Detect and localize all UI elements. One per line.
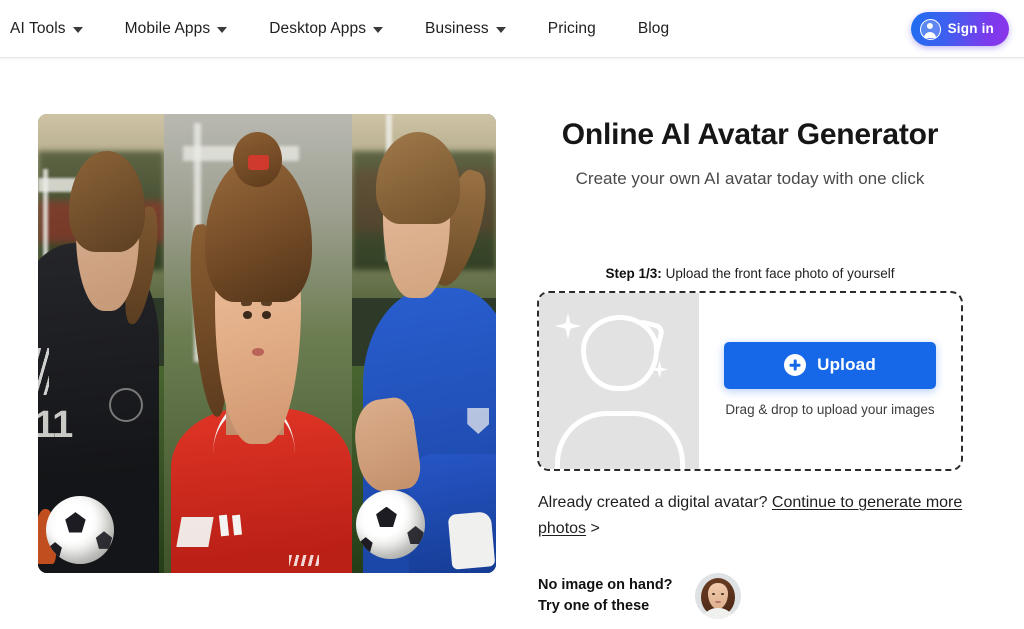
dropzone-actions: Upload Drag & drop to upload your images	[699, 293, 961, 469]
page-subtitle: Create your own AI avatar today with one…	[575, 169, 925, 188]
eye	[243, 311, 252, 320]
sample-images-block: No image on hand? Try one of these	[538, 573, 741, 619]
nav-item-blog[interactable]: Blog	[617, 0, 690, 57]
chevron-down-icon	[495, 26, 506, 33]
ball-panel	[48, 542, 62, 558]
upload-button[interactable]: Upload	[724, 341, 936, 389]
plus-circle-icon	[784, 354, 807, 376]
jersey-stripes	[38, 348, 49, 395]
already-created-prefix: Already created a digital avatar?	[538, 494, 772, 511]
nav-item-label: Pricing	[547, 19, 596, 37]
nav-item-business[interactable]: Business	[404, 0, 527, 57]
chevron-down-icon	[72, 26, 83, 33]
drag-drop-hint: Drag & drop to upload your images	[725, 401, 935, 417]
soccer-ball	[45, 495, 114, 564]
soccer-ball	[356, 490, 426, 560]
nav-item-label: AI Tools	[10, 19, 66, 37]
jersey-stripe	[231, 514, 242, 536]
no-image-prompt: No image on hand? Try one of these	[538, 575, 673, 616]
no-image-line-1: No image on hand?	[538, 577, 673, 594]
lips	[251, 348, 264, 357]
link-arrow: >	[586, 519, 600, 537]
already-created-text: Already created a digital avatar? Contin…	[538, 490, 970, 542]
page-title: Online AI Avatar Generator	[561, 118, 939, 151]
player-shoe	[447, 511, 496, 571]
team-badge	[108, 387, 143, 422]
chevron-down-icon	[217, 26, 228, 33]
jersey-number: 11	[38, 404, 73, 447]
nav-item-label: Mobile Apps	[124, 19, 211, 37]
collage-panel-center	[163, 114, 352, 573]
nav-item-desktop-apps[interactable]: Desktop Apps	[248, 0, 404, 57]
step-description: Upload the front face photo of yourself	[661, 266, 895, 281]
team-badge	[467, 407, 490, 434]
page-content: 11 Online AI Avatar Generator Create you…	[0, 58, 1024, 629]
jersey-shoulder	[176, 516, 214, 547]
nav-item-label: Business	[425, 19, 489, 37]
sample-avatar-thumbnail[interactable]	[694, 573, 741, 619]
jersey-stripe	[218, 514, 230, 538]
upload-button-label: Upload	[817, 355, 876, 374]
site-header: AI Tools Mobile Apps Desktop Apps Busine…	[0, 0, 1024, 58]
step-prefix: Step 1/3:	[605, 266, 662, 281]
nav-item-pricing[interactable]: Pricing	[527, 0, 617, 57]
nav-item-ai-tools[interactable]: AI Tools	[8, 0, 104, 57]
collage-panel-right	[351, 114, 496, 573]
jersey-logo	[288, 554, 320, 567]
hair-tie	[248, 155, 270, 170]
nav-item-label: Blog	[637, 19, 670, 37]
eye	[262, 311, 271, 320]
upload-dropzone[interactable]: Upload Drag & drop to upload your images	[537, 291, 963, 471]
avatar-placeholder-icon	[539, 293, 699, 469]
person-head-icon	[581, 315, 659, 391]
sign-in-button[interactable]: Sign in	[910, 12, 1009, 46]
sparkle-icon	[555, 313, 581, 339]
no-image-line-2: Try one of these	[538, 598, 650, 614]
hero-collage-image: 11	[38, 114, 496, 573]
user-circle-icon	[919, 18, 941, 40]
collage-panel-left: 11	[38, 114, 164, 573]
nav-item-label: Desktop Apps	[269, 19, 367, 37]
main-navigation: AI Tools Mobile Apps Desktop Apps Busine…	[0, 0, 690, 57]
step-indicator: Step 1/3: Upload the front face photo of…	[510, 266, 990, 281]
avatar-face	[707, 583, 728, 609]
chevron-down-icon	[373, 26, 384, 33]
ball-panel	[358, 537, 373, 553]
nav-item-mobile-apps[interactable]: Mobile Apps	[104, 0, 249, 57]
person-shoulders-icon	[555, 411, 685, 469]
sign-in-label: Sign in	[947, 21, 994, 37]
